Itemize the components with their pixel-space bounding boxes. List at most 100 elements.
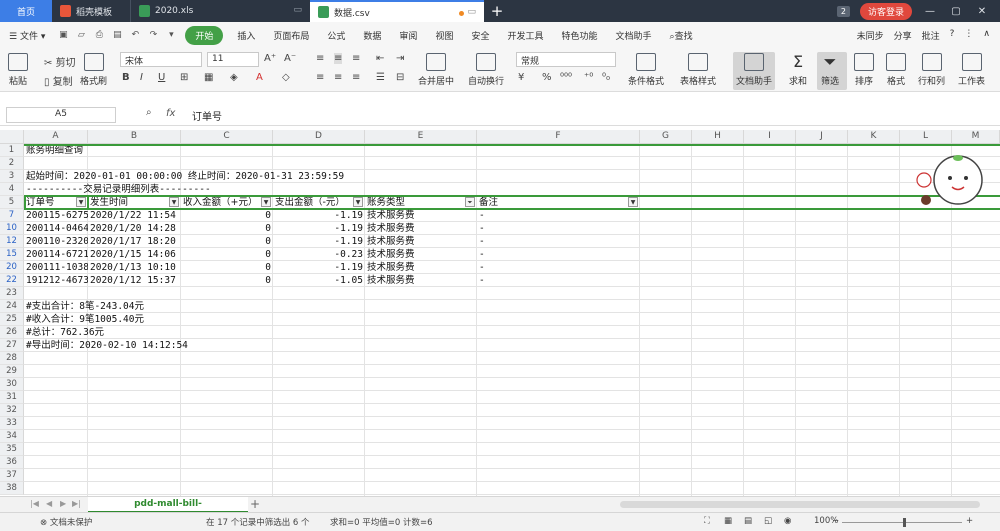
filter-dropdown-icon[interactable]: ▼ bbox=[628, 197, 638, 207]
row-header[interactable]: 36 bbox=[0, 456, 24, 469]
type-cell[interactable]: 技术服务费 bbox=[367, 261, 477, 274]
expense-cell[interactable]: -1.19 bbox=[275, 222, 363, 235]
column-header-c[interactable]: C bbox=[181, 130, 273, 144]
eye-protect-icon[interactable]: ◉ bbox=[784, 516, 791, 526]
row-header[interactable]: 31 bbox=[0, 391, 24, 404]
more-icon[interactable]: ⋮ bbox=[964, 29, 973, 42]
window-restore-icon[interactable]: ▭ bbox=[293, 5, 302, 15]
conditional-format-button[interactable]: 条件格式 bbox=[628, 53, 664, 87]
decrease-font-icon[interactable]: A⁻ bbox=[284, 53, 296, 64]
sync-status[interactable]: 未同步 bbox=[857, 29, 884, 42]
filter-dropdown-icon[interactable]: ▼ bbox=[353, 197, 363, 207]
income-cell[interactable]: 0 bbox=[183, 274, 271, 287]
merge-center-button[interactable]: 合并居中 bbox=[418, 53, 454, 87]
more-chevron-icon[interactable]: ▾ bbox=[162, 30, 180, 40]
type-cell[interactable]: 技术服务费 bbox=[367, 274, 477, 287]
expense-cell[interactable]: -1.19 bbox=[275, 235, 363, 248]
row-header[interactable]: 4 bbox=[0, 183, 24, 196]
column-header-b[interactable]: B bbox=[88, 130, 181, 144]
formula-input[interactable]: 订单号 bbox=[186, 107, 996, 123]
expense-cell[interactable]: -1.19 bbox=[275, 209, 363, 222]
row-header[interactable]: 3 bbox=[0, 170, 24, 183]
row-header[interactable]: 7 bbox=[0, 209, 24, 222]
row-header[interactable]: 5 bbox=[0, 196, 24, 209]
menu-view[interactable]: 视图 bbox=[426, 29, 462, 42]
menu-formula[interactable]: 公式 bbox=[318, 29, 354, 42]
column-header-d[interactable]: D bbox=[273, 130, 365, 144]
fx-label[interactable]: fx bbox=[166, 108, 175, 119]
format-painter-button[interactable]: 格式刷 bbox=[80, 53, 107, 87]
time-cell[interactable]: 2020/1/12 15:37 bbox=[90, 274, 181, 287]
period-cell[interactable]: 起始时间：2020-01-01 00:00:00 终止时间：2020-01-31… bbox=[26, 170, 626, 183]
justify-icon[interactable]: ☰ bbox=[376, 72, 385, 83]
paste-button[interactable]: 粘贴 bbox=[8, 53, 28, 87]
summary-cell[interactable]: #导出时间：2020-02-10 14:12:54 bbox=[26, 339, 426, 352]
collapse-ribbon-icon[interactable]: ∧ bbox=[983, 29, 990, 42]
filter-dropdown-icon[interactable]: ▼ bbox=[261, 197, 271, 207]
income-cell[interactable]: 0 bbox=[183, 235, 271, 248]
zoom-slider[interactable] bbox=[842, 522, 962, 523]
thousands-icon[interactable]: ⁰⁰⁰ bbox=[560, 72, 572, 83]
row-header[interactable]: 34 bbox=[0, 430, 24, 443]
summary-cell[interactable]: #收入合计：9笔1005.40元 bbox=[26, 313, 426, 326]
menu-developer[interactable]: 开发工具 bbox=[498, 29, 552, 42]
distribute-icon[interactable]: ⊟ bbox=[396, 72, 404, 83]
cut-button[interactable]: ✂ 剪切 bbox=[44, 54, 76, 69]
row-col-button[interactable]: 行和列 bbox=[918, 53, 945, 87]
row-header[interactable]: 22 bbox=[0, 274, 24, 287]
table-style-button[interactable]: 表格样式 bbox=[680, 53, 716, 87]
page-break-icon[interactable]: ▤ bbox=[744, 516, 752, 526]
column-header-g[interactable]: G bbox=[640, 130, 692, 144]
sum-button[interactable]: Σ 求和 bbox=[788, 53, 808, 88]
copy-button[interactable]: ▯ 复制 bbox=[44, 73, 73, 88]
decrease-decimal-icon[interactable]: ⁰₀ bbox=[602, 72, 610, 83]
row-header[interactable]: 1 bbox=[0, 144, 24, 157]
column-header-e[interactable]: E bbox=[365, 130, 477, 144]
name-box[interactable]: A5 bbox=[6, 107, 116, 123]
order-id-cell[interactable]: 200115-6275 bbox=[26, 209, 88, 222]
fill-style-icon[interactable]: ▦ bbox=[204, 72, 213, 83]
tab-file-2020-xls[interactable]: 2020.xls ▭ bbox=[130, 0, 310, 22]
zoom-out-icon[interactable]: − bbox=[832, 516, 839, 526]
select-all-corner[interactable] bbox=[0, 130, 24, 144]
income-cell[interactable]: 0 bbox=[183, 222, 271, 235]
tab-file-csv[interactable]: 数据.csv ▭ bbox=[310, 0, 484, 22]
share-button[interactable]: 分享 bbox=[894, 29, 912, 42]
indent-increase-icon[interactable]: ⇥ bbox=[396, 53, 404, 64]
row-header[interactable]: 27 bbox=[0, 339, 24, 352]
filter-dropdown-icon[interactable]: ▼ bbox=[169, 197, 179, 207]
font-color-icon[interactable]: A bbox=[256, 72, 263, 83]
undo-icon[interactable]: ↶ bbox=[126, 30, 144, 40]
doc-protect-status[interactable]: ⊗ 文档未保护 bbox=[40, 516, 92, 528]
row-header[interactable]: 2 bbox=[0, 157, 24, 170]
new-tab-button[interactable]: + bbox=[484, 0, 510, 22]
row-header[interactable]: 23 bbox=[0, 287, 24, 300]
menu-doc-helper[interactable]: 文档助手 bbox=[607, 29, 661, 42]
note-cell[interactable]: - bbox=[479, 209, 639, 222]
align-center-icon[interactable]: ≡ bbox=[334, 72, 342, 83]
column-header-h[interactable]: H bbox=[692, 130, 744, 144]
expense-cell[interactable]: -1.19 bbox=[275, 261, 363, 274]
zoom-slider-knob[interactable] bbox=[903, 518, 906, 527]
menu-file[interactable]: ☰ 文件 ▾ bbox=[0, 29, 54, 42]
help-icon[interactable]: ? bbox=[950, 29, 955, 42]
align-top-icon[interactable]: ≡ bbox=[316, 53, 324, 64]
type-cell[interactable]: 技术服务费 bbox=[367, 222, 477, 235]
prev-sheet-icon[interactable]: ◀ bbox=[46, 499, 52, 508]
wrap-text-button[interactable]: 自动换行 bbox=[468, 53, 504, 87]
tab-home[interactable]: 首页 bbox=[0, 0, 52, 22]
note-cell[interactable]: - bbox=[479, 274, 639, 287]
row-header[interactable]: 12 bbox=[0, 235, 24, 248]
increase-font-icon[interactable]: A⁺ bbox=[264, 53, 276, 64]
clear-format-icon[interactable]: ◇ bbox=[282, 72, 290, 83]
save-icon[interactable]: ▣ bbox=[54, 30, 72, 40]
menu-start[interactable]: 开始 bbox=[185, 25, 224, 45]
last-sheet-icon[interactable]: ▶| bbox=[72, 499, 81, 508]
expense-cell[interactable]: -1.05 bbox=[275, 274, 363, 287]
italic-icon[interactable]: I bbox=[140, 72, 143, 83]
filter-active-icon[interactable]: ⏷ bbox=[465, 197, 475, 207]
currency-icon[interactable]: ¥ bbox=[518, 72, 524, 83]
row-header[interactable]: 24 bbox=[0, 300, 24, 313]
page-view-icon[interactable]: ▦ bbox=[724, 516, 732, 526]
order-id-cell[interactable]: 200110-2320 bbox=[26, 235, 88, 248]
